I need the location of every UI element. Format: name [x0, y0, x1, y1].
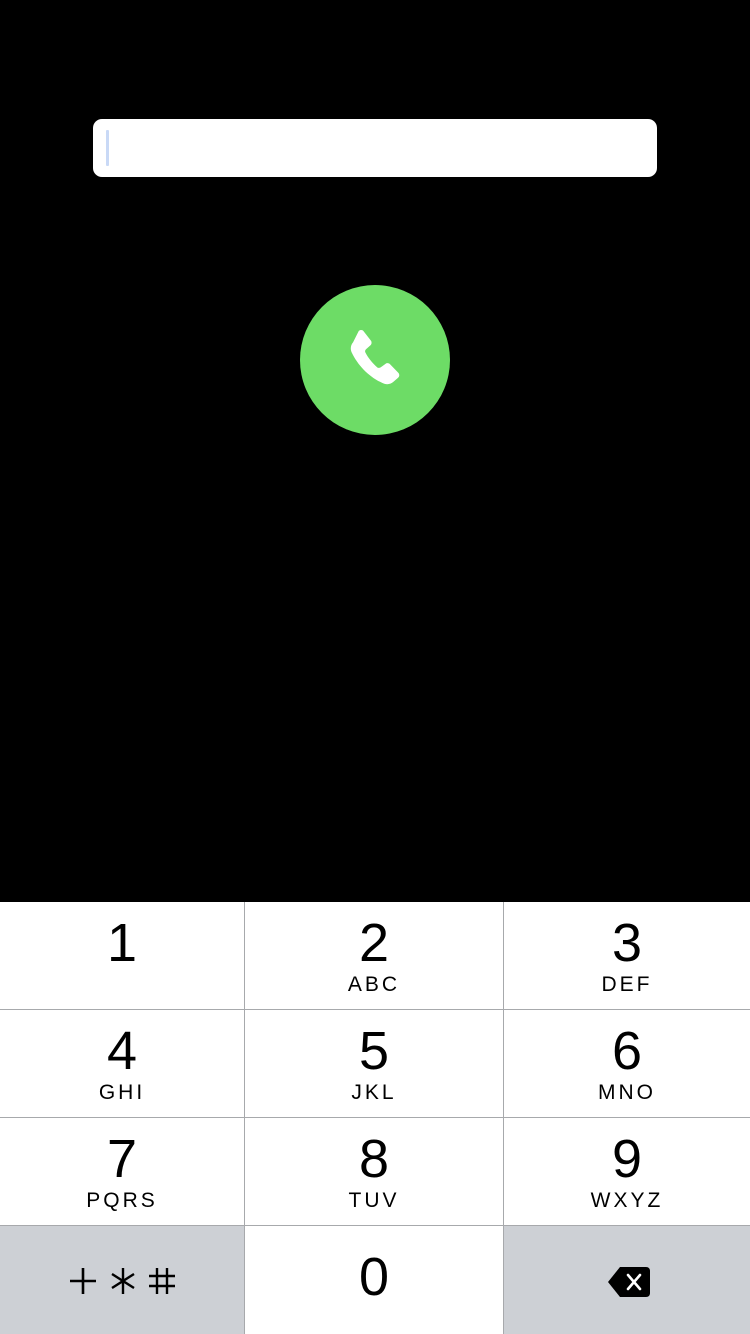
key-digit: 9 — [611, 1129, 643, 1189]
phone-number-field[interactable] — [93, 119, 657, 177]
asterisk-icon — [111, 1268, 135, 1294]
key-letters: GHI — [98, 1081, 146, 1104]
dialer-screen: 1 2 ABC 3 DEF 4 GHI 5 JKL 6 MNO 7 PQRS 8… — [0, 0, 750, 1334]
key-2[interactable]: 2 ABC — [245, 902, 504, 1010]
phone-handset-icon — [350, 330, 400, 385]
key-letters: ABC — [347, 973, 401, 996]
key-0[interactable]: 0 — [245, 1226, 504, 1334]
key-1[interactable]: 1 — [0, 902, 245, 1010]
key-letters: JKL — [351, 1081, 397, 1104]
key-letters: PQRS — [86, 1189, 158, 1212]
key-digit: 7 — [106, 1129, 138, 1189]
key-4[interactable]: 4 GHI — [0, 1010, 245, 1118]
key-8[interactable]: 8 TUV — [245, 1118, 504, 1226]
key-7[interactable]: 7 PQRS — [0, 1118, 245, 1226]
key-3[interactable]: 3 DEF — [504, 902, 750, 1010]
hash-icon — [149, 1268, 175, 1294]
plus-icon — [70, 1268, 96, 1294]
key-digit: 8 — [358, 1129, 390, 1189]
key-9[interactable]: 9 WXYZ — [504, 1118, 750, 1226]
plus-asterisk-hash-icon — [0, 1261, 244, 1301]
symbols-key[interactable] — [0, 1226, 245, 1334]
key-letters: DEF — [601, 973, 653, 996]
delete-key[interactable] — [504, 1226, 750, 1334]
key-letters: WXYZ — [590, 1189, 664, 1212]
key-digit: 3 — [611, 913, 643, 973]
key-digit: 6 — [611, 1021, 643, 1081]
key-letters: TUV — [348, 1189, 400, 1212]
key-letters: MNO — [598, 1081, 656, 1104]
phone-number-input[interactable] — [93, 119, 657, 177]
key-digit: 2 — [358, 913, 390, 973]
keypad: 1 2 ABC 3 DEF 4 GHI 5 JKL 6 MNO 7 PQRS 8… — [0, 902, 750, 1334]
call-button[interactable] — [300, 285, 450, 435]
key-5[interactable]: 5 JKL — [245, 1010, 504, 1118]
text-cursor — [106, 130, 109, 166]
key-digit: 1 — [106, 913, 138, 973]
backspace-icon — [608, 1267, 650, 1297]
key-digit: 5 — [358, 1021, 390, 1081]
key-digit: 0 — [358, 1247, 390, 1307]
key-digit: 4 — [106, 1021, 138, 1081]
key-6[interactable]: 6 MNO — [504, 1010, 750, 1118]
